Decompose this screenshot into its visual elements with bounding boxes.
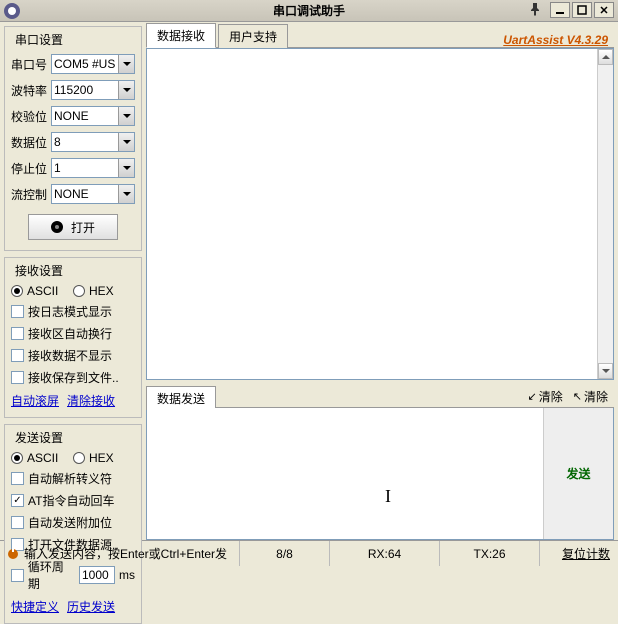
send-button[interactable]: 发送 — [543, 408, 613, 539]
loop-period-checkbox[interactable] — [11, 569, 24, 582]
tab-data-send[interactable]: 数据发送 — [146, 386, 216, 410]
status-tx: TX:26 — [473, 547, 505, 561]
chevron-down-icon[interactable] — [118, 55, 134, 73]
port-settings-title: 串口设置 — [13, 31, 65, 48]
recv-settings-group: 接收设置 ASCII HEX 按日志模式显示 接收区自动换行 接收数据不显示 接… — [4, 257, 142, 418]
recv-savefile-checkbox[interactable] — [11, 371, 24, 384]
open-port-button[interactable]: 打开 — [28, 214, 118, 240]
chevron-down-icon[interactable] — [118, 185, 134, 203]
baud-label: 波特率 — [11, 82, 51, 99]
auto-append-checkbox[interactable] — [11, 516, 24, 529]
recv-tabs: 数据接收 用户支持 UartAssist V4.3.29 — [146, 26, 614, 48]
recv-autowrap-checkbox[interactable] — [11, 327, 24, 340]
send-settings-title: 发送设置 — [13, 429, 65, 446]
send-textarea[interactable]: I — [147, 408, 543, 539]
loop-period-input[interactable] — [79, 566, 115, 584]
at-autocr-checkbox[interactable] — [11, 494, 24, 507]
text-cursor-icon: I — [385, 486, 391, 507]
title-bar: 串口调试助手 — [0, 0, 618, 22]
parity-combo[interactable]: NONE — [51, 106, 135, 126]
app-icon — [4, 3, 20, 19]
close-button[interactable] — [594, 2, 614, 18]
scroll-down-icon[interactable] — [598, 363, 613, 379]
recv-hide-checkbox[interactable] — [11, 349, 24, 362]
tab-user-support[interactable]: 用户支持 — [218, 24, 288, 48]
reset-counter-link[interactable]: 复位计数 — [554, 545, 618, 562]
stopbits-combo[interactable]: 1 — [51, 158, 135, 178]
chevron-down-icon[interactable] — [118, 81, 134, 99]
scrollbar-vertical[interactable] — [597, 49, 613, 379]
port-combo[interactable]: COM5 #US — [51, 54, 135, 74]
flowctrl-label: 流控制 — [11, 186, 51, 203]
autoscroll-link[interactable]: 自动滚屏 — [11, 392, 59, 409]
minimize-button[interactable] — [550, 2, 570, 18]
send-settings-group: 发送设置 ASCII HEX 自动解析转义符 AT指令自动回车 自动发送附加位 … — [4, 424, 142, 624]
recv-hex-radio[interactable] — [73, 285, 85, 297]
recv-logmode-checkbox[interactable] — [11, 305, 24, 318]
maximize-button[interactable] — [572, 2, 592, 18]
baud-combo[interactable]: 115200 — [51, 80, 135, 100]
clear-down-button[interactable]: ↙清除 — [528, 388, 563, 405]
parity-label: 校验位 — [11, 108, 51, 125]
recv-ascii-radio[interactable] — [11, 285, 23, 297]
pin-icon[interactable] — [528, 2, 542, 19]
status-bar: 输入发送内容，按Enter或Ctrl+Enter发 8/8 RX:64 TX:2… — [0, 540, 618, 566]
stopbits-label: 停止位 — [11, 160, 51, 177]
port-settings-group: 串口设置 串口号COM5 #US 波特率115200 校验位NONE 数据位8 … — [4, 26, 142, 251]
arrow-down-icon: ↙ — [528, 390, 537, 403]
status-rx: RX:64 — [368, 547, 401, 561]
shortcut-define-link[interactable]: 快捷定义 — [11, 598, 59, 615]
recv-settings-title: 接收设置 — [13, 262, 65, 279]
open-button-label: 打开 — [71, 219, 95, 236]
send-hex-radio[interactable] — [73, 452, 85, 464]
send-ascii-radio[interactable] — [11, 452, 23, 464]
databits-label: 数据位 — [11, 134, 51, 151]
status-hint: 输入发送内容，按Enter或Ctrl+Enter发 — [24, 545, 227, 562]
ready-icon — [6, 547, 20, 561]
send-header: 数据发送 ↙清除 ↖清除 — [146, 386, 614, 408]
tab-data-recv[interactable]: 数据接收 — [146, 23, 216, 48]
chevron-down-icon[interactable] — [118, 107, 134, 125]
status-pos: 8/8 — [276, 547, 293, 561]
window-title: 串口调试助手 — [273, 2, 345, 19]
recv-textarea[interactable] — [146, 48, 614, 380]
status-dot-icon — [51, 221, 63, 233]
port-label: 串口号 — [11, 56, 51, 73]
auto-escape-checkbox[interactable] — [11, 472, 24, 485]
arrow-up-icon: ↖ — [573, 390, 582, 403]
history-send-link[interactable]: 历史发送 — [67, 598, 115, 615]
scroll-up-icon[interactable] — [598, 49, 613, 65]
flowctrl-combo[interactable]: NONE — [51, 184, 135, 204]
version-link[interactable]: UartAssist V4.3.29 — [503, 33, 614, 47]
clear-recv-link[interactable]: 清除接收 — [67, 392, 115, 409]
chevron-down-icon[interactable] — [118, 133, 134, 151]
databits-combo[interactable]: 8 — [51, 132, 135, 152]
clear-up-button[interactable]: ↖清除 — [573, 388, 608, 405]
chevron-down-icon[interactable] — [118, 159, 134, 177]
